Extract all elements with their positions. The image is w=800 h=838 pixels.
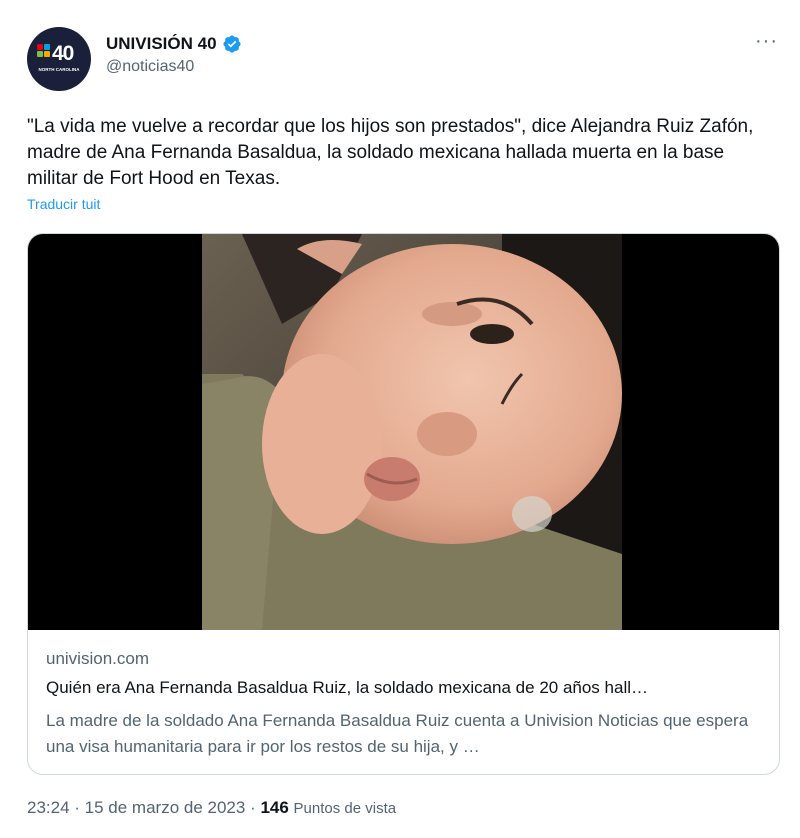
card-photo	[202, 234, 622, 630]
avatar-region-label: NORTH CAROLINA	[38, 67, 80, 72]
tweet-meta: 23:24 · 15 de marzo de 2023 · 146 Puntos…	[27, 798, 396, 818]
meta-separator: ·	[69, 798, 85, 817]
views-label: Puntos de vista	[293, 800, 397, 817]
handle[interactable]: @noticias40	[106, 57, 242, 77]
tweet-header: 40 NORTH CAROLINA UNIVISIÓN 40 @noticias…	[27, 27, 780, 91]
card-image[interactable]	[28, 234, 779, 630]
display-name[interactable]: UNIVISIÓN 40	[106, 34, 217, 54]
verified-badge-icon	[223, 35, 241, 53]
more-options-icon[interactable]: ···	[755, 31, 778, 51]
univision-logo-icon	[37, 44, 51, 62]
portrait-photo-icon	[202, 234, 622, 630]
meta-separator: ·	[245, 798, 261, 817]
avatar-channel-number: 40	[52, 42, 74, 65]
link-card[interactable]: univision.com Quién era Ana Fernanda Bas…	[27, 233, 780, 775]
card-domain[interactable]: univision.com	[46, 649, 149, 669]
avatar[interactable]: 40 NORTH CAROLINA	[27, 27, 91, 91]
views-count: 146	[260, 798, 289, 817]
tweet-time[interactable]: 23:24	[27, 798, 70, 817]
card-description: La madre de la soldado Ana Fernanda Basa…	[46, 711, 749, 756]
translate-tweet-link[interactable]: Traducir tuit	[27, 196, 100, 212]
tweet-text: "La vida me vuelve a recordar que los hi…	[27, 116, 754, 189]
display-name-row[interactable]: UNIVISIÓN 40	[106, 34, 242, 54]
tweet-date[interactable]: 15 de marzo de 2023	[85, 798, 246, 817]
author-names: UNIVISIÓN 40 @noticias40	[106, 34, 242, 77]
card-title[interactable]: Quién era Ana Fernanda Basaldua Ruiz, la…	[46, 678, 761, 698]
